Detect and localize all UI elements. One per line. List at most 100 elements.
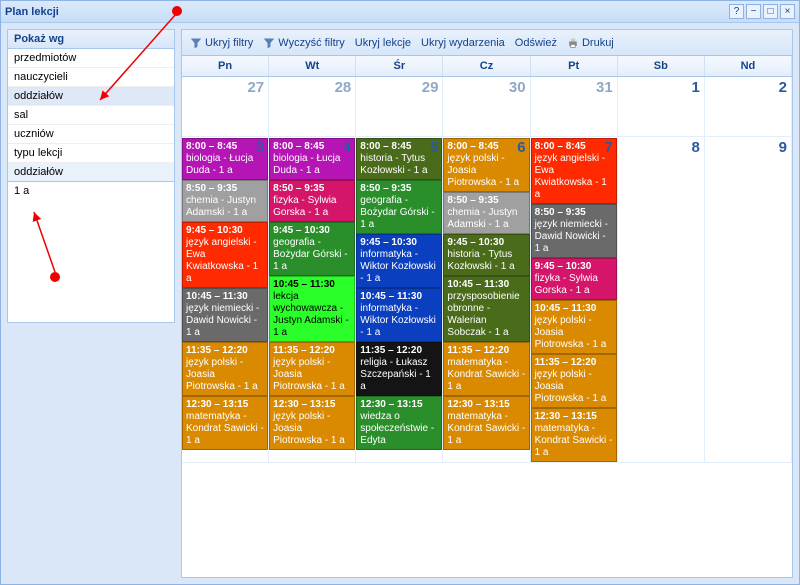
lesson-block[interactable]: 12:30 – 13:15wiedza o społeczeństwie - E… bbox=[356, 396, 442, 450]
lesson-text: chemia - Justyn Adamski - 1 a bbox=[186, 195, 256, 218]
day-cell[interactable]: 30 bbox=[443, 77, 530, 137]
lesson-time: 8:00 – 8:45 bbox=[535, 141, 586, 152]
lesson-text: język polski - Joasia Piotrowska - 1 a bbox=[447, 153, 519, 188]
lesson-block[interactable]: 12:30 – 13:15matematyka - Kondrat Sawick… bbox=[531, 408, 617, 462]
day-cell[interactable]: 58:00 – 8:45historia - Tytus Kozłowski -… bbox=[356, 137, 443, 463]
lesson-time: 9:45 – 10:30 bbox=[186, 225, 243, 236]
lesson-block[interactable]: 11:35 – 12:20religia - Łukasz Szczepańsk… bbox=[356, 342, 442, 396]
lesson-block[interactable]: 12:30 – 13:15język polski - Joasia Piotr… bbox=[269, 396, 355, 450]
lesson-text: matematyka - Kondrat Sawicki - 1 a bbox=[447, 411, 525, 446]
lesson-time: 8:50 – 9:35 bbox=[186, 183, 237, 194]
lesson-block[interactable]: 12:30 – 13:15matematyka - Kondrat Sawick… bbox=[182, 396, 268, 450]
day-cell[interactable]: 48:00 – 8:45biologia - Łucja Duda - 1 a8… bbox=[269, 137, 356, 463]
filter-item-nauczycieli[interactable]: nauczycieli bbox=[8, 68, 174, 87]
filter-list[interactable]: przedmiotównauczycielioddziałówsalucznió… bbox=[8, 49, 174, 163]
toolbar-ukryj-lekcje[interactable]: Ukryj lekcje bbox=[355, 37, 411, 49]
filter-panel: Pokaż wg przedmiotównauczycielioddziałów… bbox=[7, 29, 175, 323]
lesson-block[interactable]: 10:45 – 11:30przysposobienie obronne - W… bbox=[443, 276, 529, 342]
lessons-container: 8:00 – 8:45biologia - Łucja Duda - 1 a8:… bbox=[269, 137, 355, 450]
close-button[interactable]: × bbox=[780, 4, 795, 19]
lesson-block[interactable]: 9:45 – 10:30historia - Tytus Kozłowski -… bbox=[443, 234, 529, 276]
lesson-time: 12:30 – 13:15 bbox=[186, 399, 248, 410]
lesson-time: 12:30 – 13:15 bbox=[535, 411, 597, 422]
day-cell[interactable]: 68:00 – 8:45język polski - Joasia Piotro… bbox=[443, 137, 530, 463]
lesson-block[interactable]: 8:50 – 9:35chemia - Justyn Adamski - 1 a bbox=[443, 192, 529, 234]
toolbar-wyczyść-filtry[interactable]: Wyczyść filtry bbox=[263, 37, 345, 49]
lesson-block[interactable]: 9:45 – 10:30fizyka - Sylwia Gorska - 1 a bbox=[531, 258, 617, 300]
maximize-button[interactable]: □ bbox=[763, 4, 778, 19]
lesson-time: 8:50 – 9:35 bbox=[447, 195, 498, 206]
lesson-time: 11:35 – 12:20 bbox=[273, 345, 335, 356]
day-header: Śr bbox=[356, 56, 443, 76]
selected-class[interactable]: 1 a bbox=[14, 185, 168, 197]
toolbar-drukuj[interactable]: Drukuj bbox=[567, 37, 614, 49]
lesson-block[interactable]: 8:50 – 9:35język niemiecki - Dawid Nowic… bbox=[531, 204, 617, 258]
lesson-block[interactable]: 9:45 – 10:30informatyka - Wiktor Kozłows… bbox=[356, 234, 442, 288]
lesson-block[interactable]: 8:50 – 9:35fizyka - Sylwia Gorska - 1 a bbox=[269, 180, 355, 222]
filter-item-typu lekcji[interactable]: typu lekcji bbox=[8, 144, 174, 163]
lesson-block[interactable]: 11:35 – 12:20język polski - Joasia Piotr… bbox=[531, 354, 617, 408]
filter-item-oddziałów[interactable]: oddziałów bbox=[8, 87, 174, 106]
day-number: 9 bbox=[779, 139, 787, 156]
day-cell[interactable]: 8 bbox=[618, 137, 705, 463]
lesson-time: 11:35 – 12:20 bbox=[186, 345, 248, 356]
lesson-block[interactable]: 12:30 – 13:15matematyka - Kondrat Sawick… bbox=[443, 396, 529, 450]
day-cell[interactable]: 28 bbox=[269, 77, 356, 137]
minimize-button[interactable]: − bbox=[746, 4, 761, 19]
lesson-text: lekcja wychowawcza - Justyn Adamski - 1 … bbox=[273, 291, 349, 338]
lesson-time: 12:30 – 13:15 bbox=[273, 399, 335, 410]
filter-item-sal[interactable]: sal bbox=[8, 106, 174, 125]
lesson-block[interactable]: 10:45 – 11:30język polski - Joasia Piotr… bbox=[531, 300, 617, 354]
toolbar-odśwież[interactable]: Odśwież bbox=[515, 37, 557, 49]
toolbar-ukryj-wydarzenia[interactable]: Ukryj wydarzenia bbox=[421, 37, 505, 49]
lesson-block[interactable]: 8:50 – 9:35geografia - Bożydar Górski - … bbox=[356, 180, 442, 234]
lesson-text: biologia - Łucja Duda - 1 a bbox=[186, 153, 253, 176]
lesson-block[interactable]: 10:45 – 11:30lekcja wychowawcza - Justyn… bbox=[269, 276, 355, 342]
day-number: 3 bbox=[256, 139, 264, 156]
day-cell[interactable]: 31 bbox=[531, 77, 618, 137]
day-header: Nd bbox=[705, 56, 792, 76]
day-cell[interactable]: 29 bbox=[356, 77, 443, 137]
day-number: 4 bbox=[343, 139, 351, 156]
lesson-block[interactable]: 10:45 – 11:30informatyka - Wiktor Kozłow… bbox=[356, 288, 442, 342]
day-cell[interactable]: 1 bbox=[618, 77, 705, 137]
lesson-time: 11:35 – 12:20 bbox=[360, 345, 422, 356]
lesson-time: 10:45 – 11:30 bbox=[360, 291, 422, 302]
lesson-block[interactable]: 11:35 – 12:20język polski - Joasia Piotr… bbox=[182, 342, 268, 396]
day-cell[interactable]: 27 bbox=[182, 77, 269, 137]
day-cell[interactable]: 78:00 – 8:45język angielski - Ewa Kwiatk… bbox=[531, 137, 618, 463]
day-cell[interactable]: 9 bbox=[705, 137, 792, 463]
day-cell[interactable]: 2 bbox=[705, 77, 792, 137]
lesson-time: 9:45 – 10:30 bbox=[535, 261, 592, 272]
lesson-time: 12:30 – 13:15 bbox=[447, 399, 509, 410]
lesson-time: 11:35 – 12:20 bbox=[447, 345, 509, 356]
lesson-block[interactable]: 9:45 – 10:30język angielski - Ewa Kwiatk… bbox=[182, 222, 268, 288]
main-panel: Ukryj filtry Wyczyść filtry Ukryj lekcje Uk… bbox=[181, 29, 793, 578]
day-number: 1 bbox=[692, 79, 700, 96]
lesson-block[interactable]: 10:45 – 11:30język niemiecki - Dawid Now… bbox=[182, 288, 268, 342]
lesson-text: geografia - Bożydar Górski - 1 a bbox=[360, 195, 434, 230]
lesson-block[interactable]: 8:50 – 9:35chemia - Justyn Adamski - 1 a bbox=[182, 180, 268, 222]
lesson-time: 10:45 – 11:30 bbox=[273, 279, 335, 290]
calendar[interactable]: PnWtŚrCzPtSbNd 272829303112 38:00 – 8:45… bbox=[182, 56, 792, 577]
filter-item-uczniów[interactable]: uczniów bbox=[8, 125, 174, 144]
day-number: 27 bbox=[247, 79, 264, 96]
lesson-text: język polski - Joasia Piotrowska - 1 a bbox=[535, 315, 607, 350]
lesson-text: matematyka - Kondrat Sawicki - 1 a bbox=[447, 357, 525, 392]
lesson-block[interactable]: 11:35 – 12:20matematyka - Kondrat Sawick… bbox=[443, 342, 529, 396]
filter-item-przedmiotów[interactable]: przedmiotów bbox=[8, 49, 174, 68]
day-cell[interactable]: 3 8:00 – 8:45biologia - Łucja Duda - 1 a 8… bbox=[182, 137, 269, 463]
lesson-block[interactable]: 9:45 – 10:30geografia - Bożydar Górski -… bbox=[269, 222, 355, 276]
lesson-block[interactable]: 11:35 – 12:20język polski - Joasia Piotr… bbox=[269, 342, 355, 396]
lesson-text: wiedza o społeczeństwie - Edyta bbox=[360, 411, 434, 446]
lesson-time: 8:00 – 8:45 bbox=[186, 141, 237, 152]
lesson-text: fizyka - Sylwia Gorska - 1 a bbox=[535, 273, 598, 296]
lesson-text: język angielski - Ewa Kwiatkowska - 1 a bbox=[535, 153, 607, 200]
help-button[interactable]: ? bbox=[729, 4, 744, 19]
day-header: Pt bbox=[531, 56, 618, 76]
calendar-week-1: 27 28293031 12 bbox=[182, 77, 792, 137]
day-number: 8 bbox=[692, 139, 700, 156]
lessons-container: 8:00 – 8:45historia - Tytus Kozłowski - … bbox=[356, 137, 442, 450]
toolbar-ukryj-filtry[interactable]: Ukryj filtry bbox=[190, 37, 253, 49]
lesson-text: informatyka - Wiktor Kozłowski - 1 a bbox=[360, 303, 436, 338]
